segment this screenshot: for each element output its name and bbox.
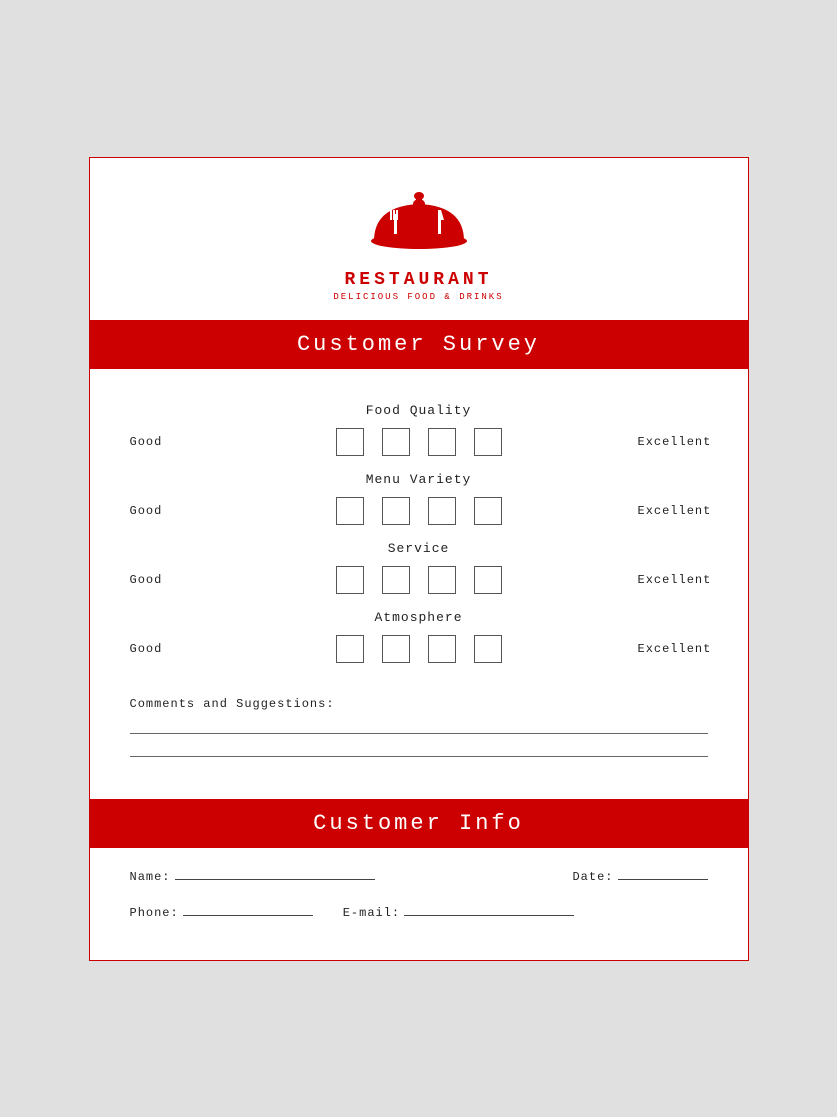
info-row-phone-email: Phone: E-mail:: [130, 902, 708, 920]
date-underline[interactable]: [618, 866, 708, 880]
atmosphere-cb-2[interactable]: [382, 635, 410, 663]
survey-form: RESTAURANT DELICIOUS FOOD & DRINKS Custo…: [89, 157, 749, 961]
service-cb-1[interactable]: [336, 566, 364, 594]
phone-label: Phone:: [130, 906, 179, 920]
comments-label: Comments and Suggestions:: [130, 697, 708, 711]
service-cb-2[interactable]: [382, 566, 410, 594]
menu-variety-checkboxes: [336, 497, 502, 525]
food-quality-good: Good: [130, 435, 200, 449]
food-quality-cb-2[interactable]: [382, 428, 410, 456]
name-field: Name:: [130, 866, 375, 884]
date-label: Date:: [572, 870, 613, 884]
service-row: Good Excellent: [130, 566, 708, 594]
food-quality-label: Food Quality: [130, 403, 708, 418]
info-section: Name: Date: Phone: E-mail:: [90, 848, 748, 960]
atmosphere-checkboxes: [336, 635, 502, 663]
atmosphere-row: Good Excellent: [130, 635, 708, 663]
logo-area: RESTAURANT DELICIOUS FOOD & DRINKS: [90, 158, 748, 320]
comment-line-2: [130, 756, 708, 757]
email-label: E-mail:: [343, 906, 400, 920]
menu-variety-excellent: Excellent: [638, 504, 708, 518]
service-cb-3[interactable]: [428, 566, 456, 594]
info-row-name-date: Name: Date:: [130, 866, 708, 884]
service-cb-4[interactable]: [474, 566, 502, 594]
survey-section: Food Quality Good Excellent Menu Variety…: [90, 369, 748, 687]
atmosphere-label: Atmosphere: [130, 610, 708, 625]
service-good: Good: [130, 573, 200, 587]
food-quality-cb-3[interactable]: [428, 428, 456, 456]
comment-line-1: [130, 733, 708, 734]
atmosphere-cb-3[interactable]: [428, 635, 456, 663]
service-excellent: Excellent: [638, 573, 708, 587]
name-underline[interactable]: [175, 866, 375, 880]
atmosphere-cb-1[interactable]: [336, 635, 364, 663]
date-field: Date:: [572, 866, 707, 884]
service-label: Service: [130, 541, 708, 556]
menu-variety-cb-4[interactable]: [474, 497, 502, 525]
food-quality-row: Good Excellent: [130, 428, 708, 456]
atmosphere-excellent: Excellent: [638, 642, 708, 656]
food-quality-checkboxes: [336, 428, 502, 456]
food-quality-cb-4[interactable]: [474, 428, 502, 456]
phone-field: Phone:: [130, 902, 313, 920]
survey-banner: Customer Survey: [90, 320, 748, 369]
email-field: E-mail:: [343, 902, 574, 920]
email-underline[interactable]: [404, 902, 574, 916]
service-checkboxes: [336, 566, 502, 594]
info-banner: Customer Info: [90, 799, 748, 848]
menu-variety-good: Good: [130, 504, 200, 518]
restaurant-logo-icon: [364, 186, 474, 266]
menu-variety-label: Menu Variety: [130, 472, 708, 487]
menu-variety-row: Good Excellent: [130, 497, 708, 525]
menu-variety-cb-1[interactable]: [336, 497, 364, 525]
phone-underline[interactable]: [183, 902, 313, 916]
menu-variety-cb-2[interactable]: [382, 497, 410, 525]
atmosphere-cb-4[interactable]: [474, 635, 502, 663]
atmosphere-good: Good: [130, 642, 200, 656]
food-quality-cb-1[interactable]: [336, 428, 364, 456]
restaurant-sub: DELICIOUS FOOD & DRINKS: [333, 292, 503, 302]
food-quality-excellent: Excellent: [638, 435, 708, 449]
comments-section: Comments and Suggestions:: [90, 687, 748, 799]
menu-variety-cb-3[interactable]: [428, 497, 456, 525]
name-label: Name:: [130, 870, 171, 884]
restaurant-name: RESTAURANT: [344, 270, 492, 290]
